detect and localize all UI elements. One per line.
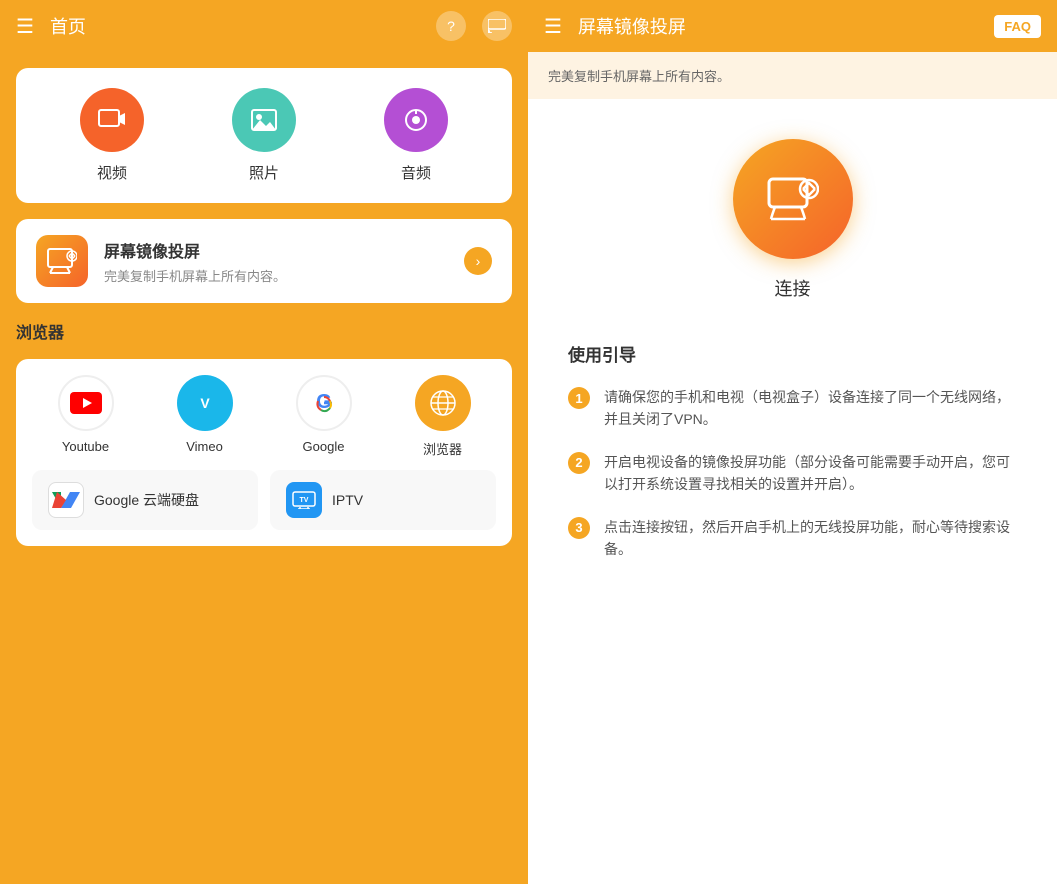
svg-text:V: V [200, 395, 210, 411]
mirror-title: 屏幕镜像投屏 [104, 238, 448, 262]
right-header: ☰ 屏幕镜像投屏 FAQ [528, 0, 1057, 52]
audio-icon [384, 88, 448, 152]
left-header: ☰ 首页 ? [0, 0, 528, 52]
google-icon: G [296, 375, 352, 431]
guide-step-2: 2 开启电视设备的镜像投屏功能（部分设备可能需要手动开启，您可以打开系统设置寻找… [568, 451, 1017, 496]
left-menu-icon[interactable]: ☰ [16, 14, 34, 39]
left-header-title: 首页 [50, 13, 420, 39]
connect-btn-wrap: 连接 [733, 139, 853, 301]
vimeo-label: Vimeo [186, 439, 223, 454]
connect-button[interactable] [733, 139, 853, 259]
iptv-icon: TV [286, 482, 322, 518]
google-item[interactable]: G Google [270, 375, 377, 458]
google-drive-icon [48, 482, 84, 518]
iptv-item[interactable]: TV IPTV [270, 470, 496, 530]
audio-label: 音频 [401, 162, 431, 183]
connect-label: 连接 [775, 275, 811, 301]
youtube-icon [58, 375, 114, 431]
step-num-3: 3 [568, 517, 590, 539]
vimeo-item[interactable]: V Vimeo [151, 375, 258, 458]
step-num-2: 2 [568, 452, 590, 474]
guide-section: 使用引导 1 请确保您的手机和电视（电视盒子）设备连接了同一个无线网络，并且关闭… [558, 341, 1027, 560]
right-header-title: 屏幕镜像投屏 [578, 13, 978, 39]
web-browser-item[interactable]: 浏览器 [389, 375, 496, 458]
mirror-text: 屏幕镜像投屏 完美复制手机屏幕上所有内容。 [104, 238, 448, 285]
guide-title: 使用引导 [568, 341, 1017, 366]
mirror-icon [36, 235, 88, 287]
google-drive-item[interactable]: Google 云端硬盘 [32, 470, 258, 530]
step-text-3: 点击连接按钮，然后开启手机上的无线投屏功能，耐心等待搜索设备。 [604, 516, 1017, 561]
mirror-card[interactable]: 屏幕镜像投屏 完美复制手机屏幕上所有内容。 › [16, 219, 512, 303]
browser-grid: Youtube V Vimeo [32, 375, 496, 458]
step-text-1: 请确保您的手机和电视（电视盒子）设备连接了同一个无线网络，并且关闭了VPN。 [604, 386, 1017, 431]
video-item[interactable]: 视频 [80, 88, 144, 183]
audio-item[interactable]: 音频 [384, 88, 448, 183]
youtube-label: Youtube [62, 439, 109, 454]
iptv-label: IPTV [332, 492, 363, 508]
photo-label: 照片 [249, 162, 279, 183]
svg-text:TV: TV [300, 497, 309, 504]
right-menu-icon[interactable]: ☰ [544, 14, 562, 39]
guide-steps: 1 请确保您的手机和电视（电视盒子）设备连接了同一个无线网络，并且关闭了VPN。… [568, 386, 1017, 560]
step-num-1: 1 [568, 387, 590, 409]
guide-step-1: 1 请确保您的手机和电视（电视盒子）设备连接了同一个无线网络，并且关闭了VPN。 [568, 386, 1017, 431]
vimeo-icon: V [177, 375, 233, 431]
video-icon [80, 88, 144, 152]
web-browser-icon [415, 375, 471, 431]
web-browser-label: 浏览器 [423, 439, 462, 458]
faq-button[interactable]: FAQ [994, 15, 1041, 38]
right-desc-bar: 完美复制手机屏幕上所有内容。 [528, 52, 1057, 99]
guide-step-3: 3 点击连接按钮，然后开启手机上的无线投屏功能，耐心等待搜索设备。 [568, 516, 1017, 561]
cast-button[interactable] [482, 11, 512, 41]
mirror-arrow[interactable]: › [464, 247, 492, 275]
google-drive-label: Google 云端硬盘 [94, 490, 199, 510]
browser-apps-row: Google 云端硬盘 TV IPTV [32, 470, 496, 530]
browser-section-title: 浏览器 [16, 319, 512, 343]
google-label: Google [303, 439, 345, 454]
right-content: 连接 使用引导 1 请确保您的手机和电视（电视盒子）设备连接了同一个无线网络，并… [528, 99, 1057, 884]
mirror-desc: 完美复制手机屏幕上所有内容。 [104, 266, 448, 285]
media-card: 视频 照片 [16, 68, 512, 203]
youtube-item[interactable]: Youtube [32, 375, 139, 458]
video-label: 视频 [97, 162, 127, 183]
help-button[interactable]: ? [436, 11, 466, 41]
photo-icon [232, 88, 296, 152]
browser-card: Youtube V Vimeo [16, 359, 512, 546]
step-text-2: 开启电视设备的镜像投屏功能（部分设备可能需要手动开启，您可以打开系统设置寻找相关… [604, 451, 1017, 496]
left-panel: 视频 照片 [0, 52, 528, 884]
photo-item[interactable]: 照片 [232, 88, 296, 183]
right-panel: 完美复制手机屏幕上所有内容。 连接 [528, 52, 1057, 884]
